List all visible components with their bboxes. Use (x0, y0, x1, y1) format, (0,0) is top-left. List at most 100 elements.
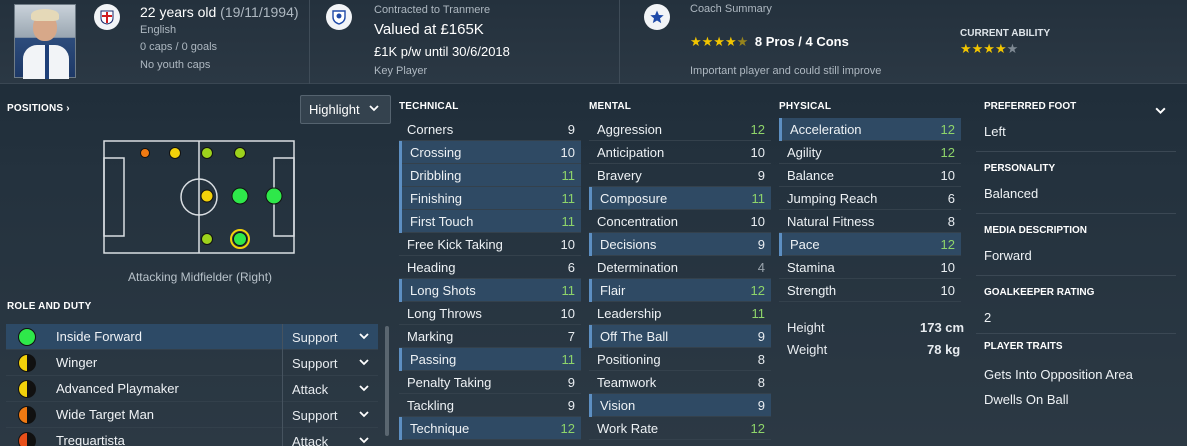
attribute-row[interactable]: Composure 11 (589, 187, 771, 210)
player-age: 22 years old (19/11/1994) (140, 4, 299, 20)
role-name: Winger (56, 355, 98, 370)
attribute-row[interactable]: First Touch 11 (399, 210, 581, 233)
role-suitability-icon (18, 405, 36, 424)
duty-dropdown[interactable]: Support (282, 402, 378, 428)
role-row[interactable]: Inside Forward Support (6, 324, 378, 350)
attribute-value: 10 (560, 237, 575, 252)
role-row[interactable]: Advanced Playmaker Attack (6, 376, 378, 402)
role-row[interactable]: Winger Support (6, 350, 378, 376)
attribute-name: Crossing (410, 145, 462, 160)
attribute-row[interactable]: Teamwork 8 (589, 371, 771, 394)
role-suitability-icon (18, 327, 36, 346)
role-row[interactable]: Wide Target Man Support (6, 402, 378, 428)
attribute-name: Concentration (597, 214, 678, 229)
attribute-row[interactable]: Acceleration 12 (779, 118, 961, 141)
attribute-value: 12 (940, 122, 955, 137)
attribute-value: 9 (567, 122, 575, 137)
attribute-row[interactable]: Free Kick Taking 10 (399, 233, 581, 256)
attribute-name: Positioning (597, 352, 661, 367)
attribute-name: Anticipation (597, 145, 665, 160)
attribute-row[interactable]: Passing 11 (399, 348, 581, 371)
player-photo (14, 4, 76, 79)
attribute-name: Determination (597, 260, 678, 275)
duty-dropdown[interactable]: Support (282, 350, 378, 376)
attribute-row[interactable]: Tackling 9 (399, 394, 581, 417)
role-row[interactable]: Trequartista Attack (6, 428, 378, 446)
youth-caps: No youth caps (140, 59, 211, 71)
chevron-down-icon (358, 330, 370, 345)
attribute-row[interactable]: Agility 12 (779, 141, 961, 164)
attribute-name: Jumping Reach (787, 191, 878, 206)
attribute-row[interactable]: Leadership 11 (589, 302, 771, 325)
attribute-value: 4 (757, 260, 765, 275)
attribute-row[interactable]: Stamina 10 (779, 256, 961, 279)
attribute-value: 10 (750, 145, 765, 160)
attribute-row[interactable]: Strength 10 (779, 279, 961, 302)
attribute-row[interactable]: Determination 4 (589, 256, 771, 279)
attribute-value: 11 (561, 191, 576, 206)
club-badge-icon[interactable] (326, 4, 352, 30)
attribute-value: 8 (757, 375, 765, 390)
attribute-row[interactable]: Dribbling 11 (399, 164, 581, 187)
attribute-row[interactable]: Marking 7 (399, 325, 581, 348)
attribute-name: Bravery (597, 168, 642, 183)
attribute-name: Natural Fitness (787, 214, 875, 229)
attribute-row[interactable]: Heading 6 (399, 256, 581, 279)
coach-rating: ★★★★★ 8 Pros / 4 Cons (690, 34, 849, 50)
duty-dropdown[interactable]: Support (282, 324, 378, 350)
attribute-name: Long Shots (410, 283, 476, 298)
attribute-row[interactable]: Positioning 8 (589, 348, 771, 371)
attribute-row[interactable]: Flair 12 (589, 279, 771, 302)
attribute-row[interactable]: Balance 10 (779, 164, 961, 187)
attribute-row[interactable]: Finishing 11 (399, 187, 581, 210)
attribute-row[interactable]: Jumping Reach 6 (779, 187, 961, 210)
attribute-row[interactable]: Off The Ball 9 (589, 325, 771, 348)
duty-dropdown[interactable]: Attack (282, 376, 378, 402)
position-caption: Attacking Midfielder (Right) (127, 270, 273, 284)
attribute-name: Finishing (410, 191, 463, 206)
highlight-dropdown[interactable]: Highlight (300, 95, 391, 124)
attribute-row[interactable]: Penalty Taking 9 (399, 371, 581, 394)
height-label: Height (787, 320, 825, 335)
attribute-name: Composure (600, 191, 668, 206)
attribute-name: Technique (410, 421, 470, 436)
duty-dropdown[interactable]: Attack (282, 428, 378, 446)
attribute-row[interactable]: Technique 12 (399, 417, 581, 440)
attribute-row[interactable]: Corners 9 (399, 118, 581, 141)
pos-dot-mr (201, 147, 213, 159)
attribute-row[interactable]: Long Throws 10 (399, 302, 581, 325)
attribute-row[interactable]: Decisions 9 (589, 233, 771, 256)
attribute-value: 10 (940, 260, 955, 275)
player-traits-label: PLAYER TRAITS (984, 341, 1063, 352)
nationality: English (140, 24, 177, 36)
attribute-name: Pace (790, 237, 820, 252)
attribute-row[interactable]: Work Rate 12 (589, 417, 771, 440)
attribute-value: 10 (940, 283, 955, 298)
attribute-value: 9 (757, 398, 765, 413)
attribute-value: 9 (757, 329, 765, 344)
attribute-row[interactable]: Long Shots 11 (399, 279, 581, 302)
attribute-value: 10 (560, 145, 575, 160)
coach-note: Important player and could still improve (690, 65, 882, 77)
attribute-value: 8 (947, 214, 955, 229)
attribute-row[interactable]: Natural Fitness 8 (779, 210, 961, 233)
attribute-value: 9 (567, 398, 575, 413)
attribute-row[interactable]: Concentration 10 (589, 210, 771, 233)
attribute-name: Teamwork (597, 375, 657, 390)
attribute-row[interactable]: Bravery 9 (589, 164, 771, 187)
attribute-value: 12 (750, 283, 765, 298)
chevron-down-icon[interactable] (1154, 104, 1167, 120)
attribute-row[interactable]: Vision 9 (589, 394, 771, 417)
roles-scrollbar[interactable] (385, 326, 389, 436)
positions-title[interactable]: POSITIONS › (7, 103, 70, 114)
attribute-row[interactable]: Crossing 10 (399, 141, 581, 164)
contract-label[interactable]: Contracted to Tranmere (374, 4, 490, 16)
role-suitability-icon (18, 431, 36, 446)
mental-title: MENTAL (589, 101, 632, 112)
attribute-row[interactable]: Pace 12 (779, 233, 961, 256)
goalkeeper-rating-label: GOALKEEPER RATING (984, 287, 1095, 298)
media-description: Forward (984, 248, 1032, 263)
attribute-row[interactable]: Anticipation 10 (589, 141, 771, 164)
chevron-down-icon (358, 408, 370, 423)
attribute-row[interactable]: Aggression 12 (589, 118, 771, 141)
